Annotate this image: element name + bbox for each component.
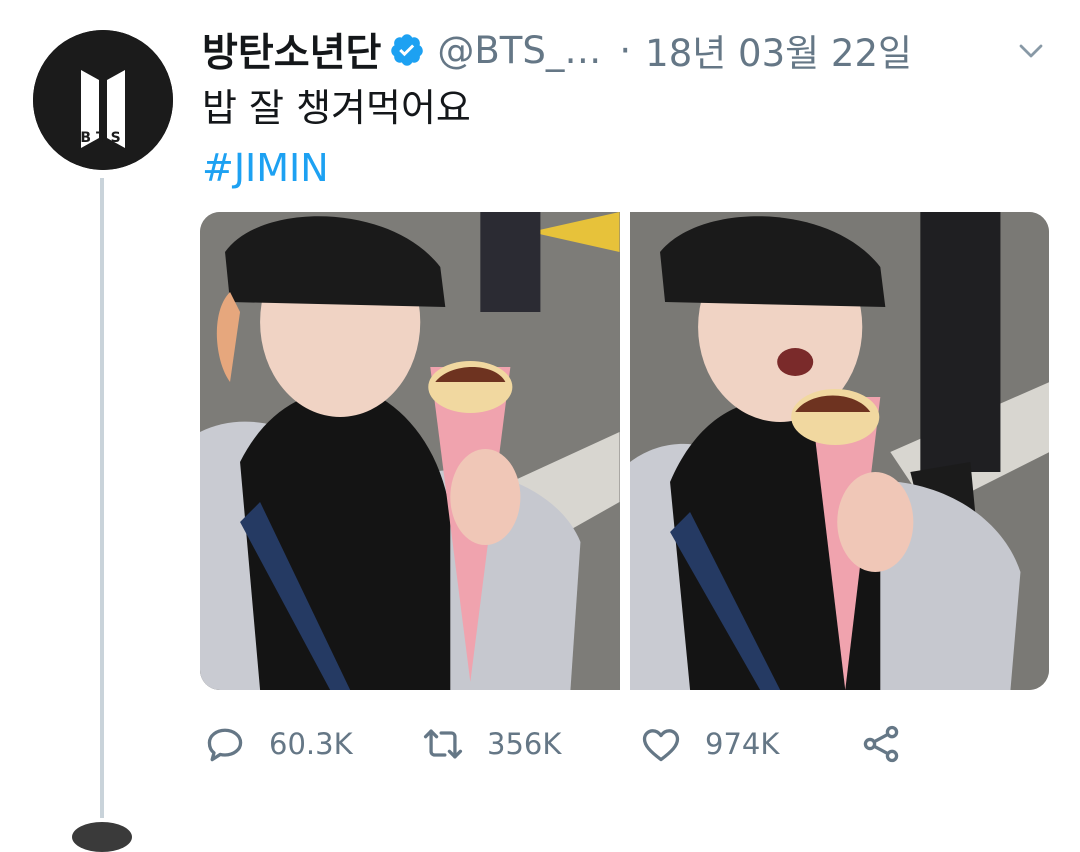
chevron-down-icon[interactable]: [1016, 36, 1046, 66]
avatar-logo-text: BTS: [80, 130, 125, 146]
tweet-timestamp[interactable]: 18년 03월 22일: [645, 23, 912, 77]
media-grid: [200, 212, 1049, 690]
heart-icon: [639, 722, 683, 766]
hashtag-link[interactable]: #JIMIN: [202, 144, 329, 192]
next-reply-avatar[interactable]: [72, 822, 132, 852]
verified-badge-icon: [389, 32, 425, 68]
retweet-count: 356K: [487, 727, 562, 761]
share-icon: [859, 722, 903, 766]
like-button[interactable]: 974K: [639, 722, 859, 766]
tweet-actions: 60.3K 356K 974K: [203, 716, 903, 772]
retweet-icon: [421, 722, 465, 766]
reply-count: 60.3K: [269, 727, 353, 761]
display-name[interactable]: 방탄소년단: [202, 22, 381, 78]
retweet-button[interactable]: 356K: [421, 722, 639, 766]
user-handle[interactable]: @BTS_…: [437, 29, 601, 72]
share-button[interactable]: [859, 722, 903, 766]
photo-2[interactable]: [629, 212, 1049, 690]
reply-button[interactable]: 60.3K: [203, 722, 421, 766]
avatar[interactable]: BTS: [33, 30, 173, 170]
bts-logo: BTS: [33, 30, 173, 170]
tweet-header: 방탄소년단 @BTS_… · 18년 03월 22일: [202, 22, 1062, 78]
like-count: 974K: [705, 727, 780, 761]
separator-dot: ·: [619, 28, 632, 72]
reply-icon: [203, 722, 247, 766]
photo-1[interactable]: [200, 212, 620, 690]
tweet-text: 밥 잘 챙겨먹어요: [202, 86, 471, 130]
thread-line: [100, 178, 104, 818]
